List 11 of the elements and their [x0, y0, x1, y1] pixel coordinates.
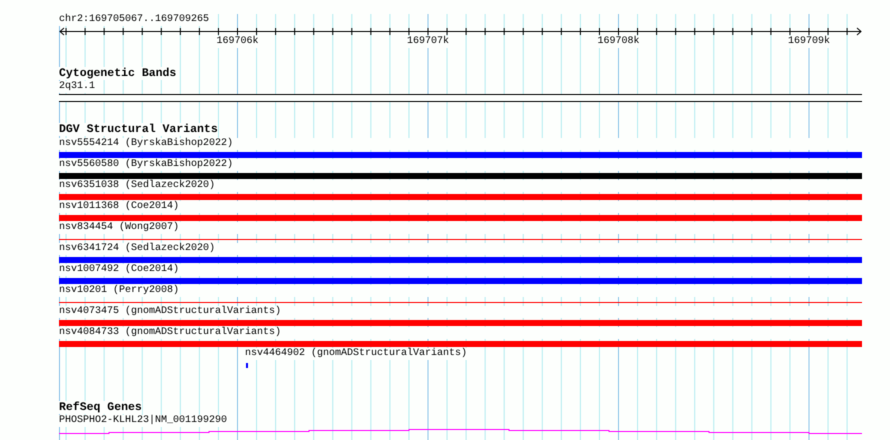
track-title: DGV Structural Variants: [59, 123, 218, 136]
region-label: chr2:169705067..169709265: [59, 14, 210, 26]
band-label: 2q31.1: [59, 81, 96, 93]
track-title: Cytogenetic Bands: [59, 67, 176, 80]
tick-label: 169706k: [216, 36, 258, 48]
tick-label: 169709k: [788, 36, 830, 48]
tick-label: 169708k: [598, 36, 640, 48]
tick-label: 169707k: [407, 36, 449, 48]
track-title: RefSeq Genes: [59, 401, 142, 414]
variant-label: nsv4464902 (gnomADStructuralVariants): [245, 348, 468, 360]
gene-label: PHOSPHO2-KLHL23|NM_001199290: [59, 415, 228, 427]
